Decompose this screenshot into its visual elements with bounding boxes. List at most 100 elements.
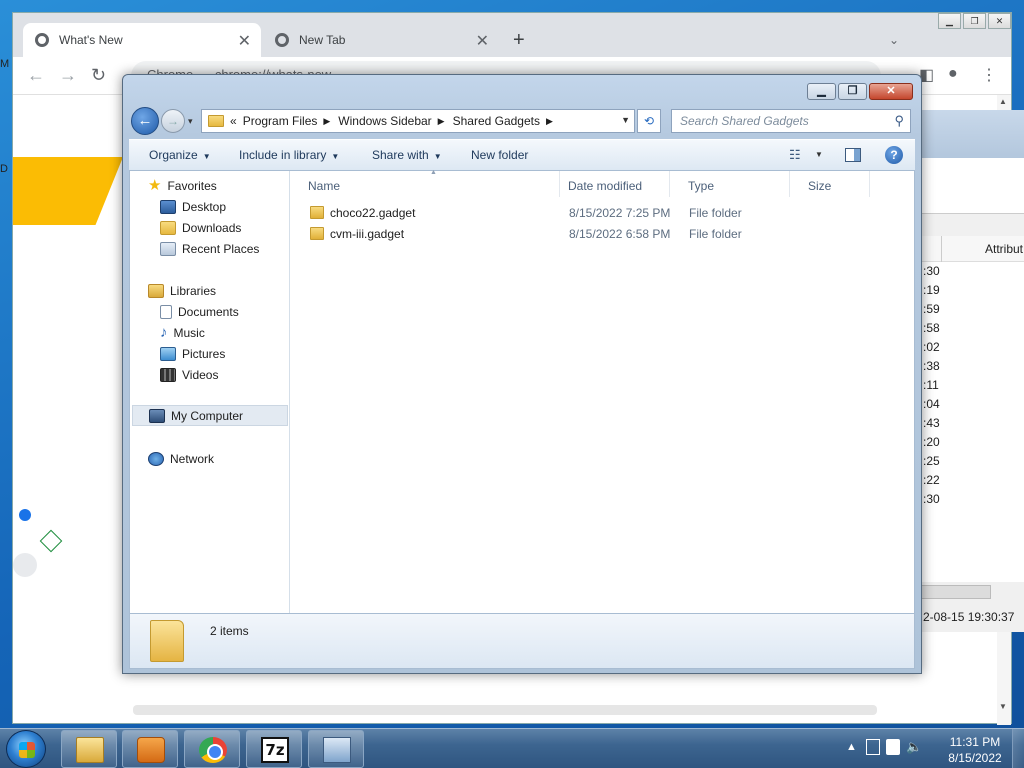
column-header-type[interactable]: Type (670, 171, 790, 197)
taskbar-explorer[interactable] (61, 730, 117, 768)
nav-network[interactable]: Network (148, 448, 214, 469)
taskbar-media-player[interactable] (122, 730, 178, 768)
nav-videos[interactable]: Videos (160, 364, 218, 385)
close-icon[interactable]: ✕ (988, 13, 1011, 29)
nav-downloads[interactable]: Downloads (160, 217, 241, 238)
organize-button[interactable]: Organize ▼ (149, 148, 211, 162)
chevron-down-icon[interactable]: ⌄ (889, 33, 899, 47)
address-dropdown-icon[interactable]: ▼ (621, 115, 630, 125)
forward-arrow-icon[interactable]: → (59, 65, 77, 86)
column-header-size[interactable]: Size (790, 171, 870, 197)
file-manager-window: Attribut :30:19:59:58:02:38:11:04:43:20:… (920, 110, 1024, 632)
tray-device-icon[interactable] (866, 739, 880, 755)
back-arrow-icon[interactable]: ← (27, 65, 45, 86)
list-row-time[interactable]: :11 (921, 376, 1024, 395)
column-header-name[interactable]: ▲ Name (290, 169, 560, 197)
breadcrumb-overflow[interactable]: « (230, 114, 237, 128)
recent-pages-dropdown-icon[interactable]: ▾ (188, 116, 193, 127)
refresh-button[interactable]: ⟲ (637, 109, 661, 133)
new-folder-button[interactable]: New folder (471, 148, 528, 162)
taskbar-network-app[interactable] (308, 730, 364, 768)
view-options-dropdown-icon[interactable]: ▼ (815, 150, 823, 159)
nav-desktop[interactable]: Desktop (160, 196, 226, 217)
tab-whats-new[interactable]: What's New ✕ (23, 23, 261, 57)
forward-button[interactable]: → (161, 109, 185, 133)
list-row-time[interactable]: :20 (921, 433, 1024, 452)
scroll-down-icon[interactable]: ▼ (999, 702, 1007, 711)
maximize-icon[interactable]: ❐ (963, 13, 986, 29)
nav-music[interactable]: ♪ Music (160, 322, 205, 343)
tab-new-tab[interactable]: New Tab ✕ (263, 23, 499, 57)
clock[interactable]: 11:31 PM 8/15/2022 (940, 734, 1010, 766)
breadcrumb-windows-sidebar[interactable]: Windows Sidebar (338, 114, 431, 128)
scroll-up-icon[interactable]: ▲ (999, 97, 1007, 106)
file-list: :30:19:59:58:02:38:11:04:43:20:25:22:30 (921, 262, 1024, 582)
file-name: cvm-iii.gadget (330, 227, 405, 241)
close-tab-icon[interactable]: ✕ (476, 31, 489, 51)
include-in-library-button[interactable]: Include in library ▼ (239, 148, 339, 162)
breadcrumb-arrow-icon[interactable]: ▶ (438, 116, 445, 127)
column-label: Type (688, 179, 715, 193)
more-menu-icon[interactable]: ⋮ (981, 65, 997, 85)
start-button[interactable] (6, 730, 46, 768)
list-row-time[interactable]: :30 (921, 262, 1024, 281)
nav-pictures[interactable]: Pictures (160, 343, 225, 364)
back-button[interactable]: ← (131, 107, 159, 135)
file-row[interactable]: choco22.gadget 8/15/2022 7:25 PM File fo… (290, 203, 900, 223)
taskbar-chrome[interactable] (184, 730, 240, 768)
profile-avatar-icon[interactable]: ● (948, 65, 958, 83)
reload-icon[interactable]: ↻ (91, 65, 106, 86)
horizontal-scrollbar[interactable] (133, 705, 877, 715)
show-desktop-button[interactable] (1012, 729, 1024, 768)
list-row-time[interactable]: :02 (921, 338, 1024, 357)
nav-label: My Computer (171, 408, 244, 423)
list-row-time[interactable]: :25 (921, 452, 1024, 471)
horizontal-scrollbar[interactable] (921, 585, 991, 599)
nav-my-computer[interactable]: My Computer (132, 405, 288, 426)
change-view-icon[interactable]: ☷ (789, 147, 801, 163)
show-hidden-icons-icon[interactable]: ▲ (846, 741, 857, 753)
volume-icon[interactable]: 🔈 (906, 739, 922, 755)
nav-label: Recent Places (182, 241, 260, 256)
toolbar (921, 158, 1024, 214)
nav-label: Music (173, 325, 205, 340)
file-type: File folder (689, 206, 742, 220)
preview-pane-icon[interactable] (845, 148, 861, 162)
new-tab-icon[interactable]: + (513, 29, 525, 52)
recent-places-icon (160, 241, 176, 256)
folder-icon (208, 115, 224, 127)
breadcrumb-program-files[interactable]: Program Files (243, 114, 318, 128)
share-with-button[interactable]: Share with ▼ (372, 148, 442, 162)
taskbar-7zip[interactable]: 7z (246, 730, 302, 768)
close-button[interactable]: ✕ (869, 83, 913, 100)
list-row-time[interactable]: :04 (921, 395, 1024, 414)
chrome-favicon-icon (35, 33, 49, 47)
nav-recent-places[interactable]: Recent Places (160, 238, 259, 259)
search-icon[interactable]: ⚲ (894, 113, 904, 129)
list-row-time[interactable]: :43 (921, 414, 1024, 433)
nav-favorites[interactable]: ★ Favorites (148, 175, 217, 196)
sort-caret-icon: ▲ (430, 169, 437, 176)
minimize-button[interactable]: ▁ (807, 83, 836, 100)
list-row-time[interactable]: :59 (921, 300, 1024, 319)
nav-libraries[interactable]: Libraries (148, 280, 216, 301)
list-row-time[interactable]: :22 (921, 471, 1024, 490)
list-row-time[interactable]: :30 (921, 490, 1024, 509)
maximize-button[interactable]: ❐ (838, 83, 867, 100)
breadcrumb-arrow-icon[interactable]: ▶ (546, 116, 553, 127)
close-tab-icon[interactable]: ✕ (238, 31, 251, 51)
nav-documents[interactable]: Documents (160, 301, 239, 322)
tray-flag-icon[interactable] (886, 739, 900, 755)
help-icon[interactable]: ? (885, 146, 903, 164)
search-input[interactable]: Search Shared Gadgets ⚲ (671, 109, 911, 133)
breadcrumb-arrow-icon[interactable]: ▶ (323, 116, 330, 127)
file-row[interactable]: cvm-iii.gadget 8/15/2022 6:58 PM File fo… (290, 224, 900, 244)
address-bar[interactable]: « Program Files ▶ Windows Sidebar ▶ Shar… (201, 109, 635, 133)
list-row-time[interactable]: :38 (921, 357, 1024, 376)
list-row-time[interactable]: :58 (921, 319, 1024, 338)
minimize-icon[interactable]: ▁ (938, 13, 961, 29)
column-header-date[interactable]: Date modified (550, 171, 670, 197)
list-row-time[interactable]: :19 (921, 281, 1024, 300)
breadcrumb-shared-gadgets[interactable]: Shared Gadgets (453, 114, 540, 128)
column-attributes[interactable]: Attribut (985, 242, 1023, 256)
